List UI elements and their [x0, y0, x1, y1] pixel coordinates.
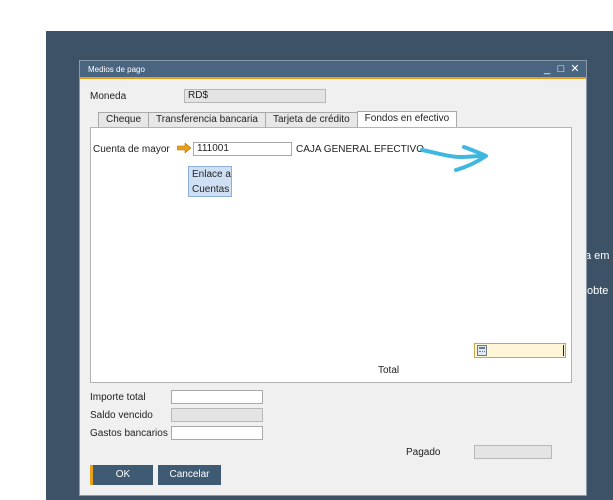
gl-account-name: CAJA GENERAL EFECTIVO — [296, 144, 424, 155]
tab-cheque-label: Cheque — [106, 114, 142, 125]
total-label: Total — [378, 365, 400, 376]
link-accounts-button[interactable]: Enlace a Cuentas — [188, 166, 232, 197]
dialog-titlebar[interactable]: Medios de pago _ □ ✕ — [80, 61, 586, 79]
cancel-button[interactable]: Cancelar — [158, 465, 221, 485]
gl-account-label: Cuenta de mayor — [93, 144, 170, 155]
tab-credit-card-label: Tarjeta de crédito — [272, 114, 350, 125]
background-text-2: obte — [587, 285, 609, 297]
link-accounts-line1: Enlace a — [192, 169, 231, 180]
currency-field: RD$ — [184, 89, 326, 103]
annotation-scribble — [420, 145, 488, 172]
payment-means-dialog: Medios de pago _ □ ✕ Moneda RD$ Cheque T… — [79, 60, 587, 496]
bank-charges-field[interactable] — [171, 426, 263, 440]
currency-label: Moneda — [90, 91, 127, 102]
bank-charges-label: Gastos bancarios — [90, 428, 168, 439]
text-cursor — [563, 345, 564, 356]
background-text-1: a em — [585, 250, 610, 262]
link-accounts-line2: Cuentas — [192, 184, 230, 195]
payment-tabs: Cheque Transferencia bancaria Tarjeta de… — [98, 111, 458, 128]
total-field[interactable] — [474, 343, 566, 358]
tab-cheque[interactable]: Cheque — [98, 112, 149, 128]
window-controls: _ □ ✕ — [542, 63, 580, 76]
arrow-right-icon[interactable] — [177, 143, 191, 153]
tab-bank-transfer-label: Transferencia bancaria — [156, 114, 258, 125]
tab-credit-card[interactable]: Tarjeta de crédito — [264, 112, 357, 128]
overdue-balance-field — [171, 408, 263, 422]
tab-cash-label: Fondos en efectivo — [364, 113, 450, 124]
tab-bank-transfer[interactable]: Transferencia bancaria — [148, 112, 265, 128]
dialog-title: Medios de pago — [88, 65, 145, 74]
total-amount-label: Importe total — [90, 392, 146, 403]
maximize-icon[interactable]: □ — [556, 63, 566, 76]
close-icon[interactable]: ✕ — [570, 63, 580, 76]
calculator-icon[interactable] — [477, 345, 487, 356]
ok-button[interactable]: OK — [90, 465, 153, 485]
paid-field — [474, 445, 552, 459]
gl-account-field[interactable]: 111001 — [193, 142, 292, 156]
overdue-balance-label: Saldo vencido — [90, 410, 153, 421]
paid-label: Pagado — [406, 447, 441, 458]
cash-tab-panel: Cuenta de mayor 111001 CAJA GENERAL EFEC… — [90, 127, 572, 383]
total-amount-field[interactable] — [171, 390, 263, 404]
minimize-icon[interactable]: _ — [542, 63, 552, 76]
tab-cash[interactable]: Fondos en efectivo — [356, 111, 458, 128]
